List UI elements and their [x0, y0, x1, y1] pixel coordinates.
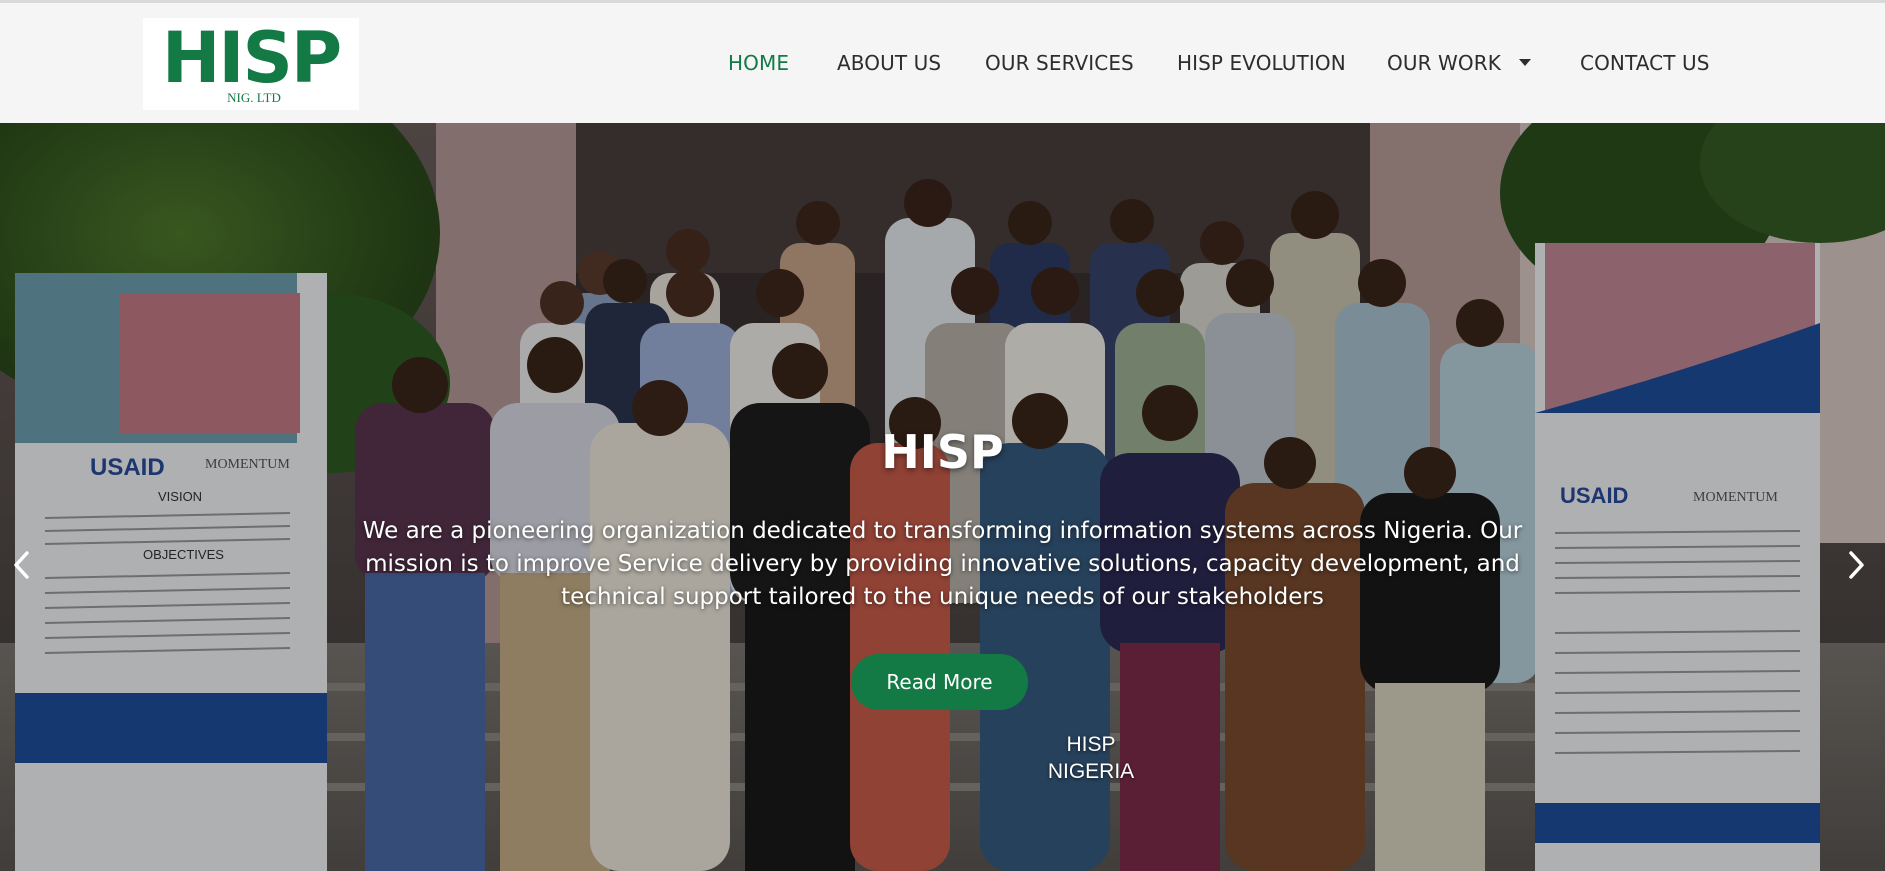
site-header: HISP NIG. LTD HOME ABOUT US OUR SERVICES…	[0, 3, 1885, 124]
nav-our-services[interactable]: OUR SERVICES	[985, 51, 1134, 75]
svg-text:NIG. LTD: NIG. LTD	[227, 90, 281, 105]
nav-hisp-evolution[interactable]: HISP EVOLUTION	[1177, 51, 1346, 75]
nav-our-work[interactable]: OUR WORK	[1387, 51, 1531, 75]
caption-line-1: HISP	[1066, 733, 1116, 756]
nav-our-work-label: OUR WORK	[1387, 51, 1501, 75]
nav-contact-us[interactable]: CONTACT US	[1580, 51, 1710, 75]
svg-text:HISP: HISP	[162, 18, 340, 99]
hero-slider: USAID MOMENTUM VISION OBJECTIVES USAID M…	[0, 123, 1885, 871]
slide-caption: HISP NIGERIA	[1010, 731, 1172, 785]
caret-down-icon	[1518, 59, 1531, 66]
hero-overlay	[0, 123, 1885, 871]
chevron-right-icon	[1849, 551, 1864, 579]
site-logo[interactable]: HISP NIG. LTD	[143, 18, 359, 110]
nav-home[interactable]: HOME	[728, 51, 789, 75]
hero-title: HISP	[881, 425, 1004, 479]
nav-about-us[interactable]: ABOUT US	[837, 51, 941, 75]
read-more-button[interactable]: Read More	[851, 654, 1028, 710]
slider-next-button[interactable]	[1838, 543, 1874, 587]
caption-line-2: NIGERIA	[1047, 760, 1135, 783]
hero-description: We are a pioneering organization dedicat…	[362, 518, 1523, 610]
hisp-logo-icon: HISP NIG. LTD	[162, 18, 342, 105]
slider-prev-button[interactable]	[4, 543, 40, 587]
chevron-left-icon	[14, 551, 29, 579]
